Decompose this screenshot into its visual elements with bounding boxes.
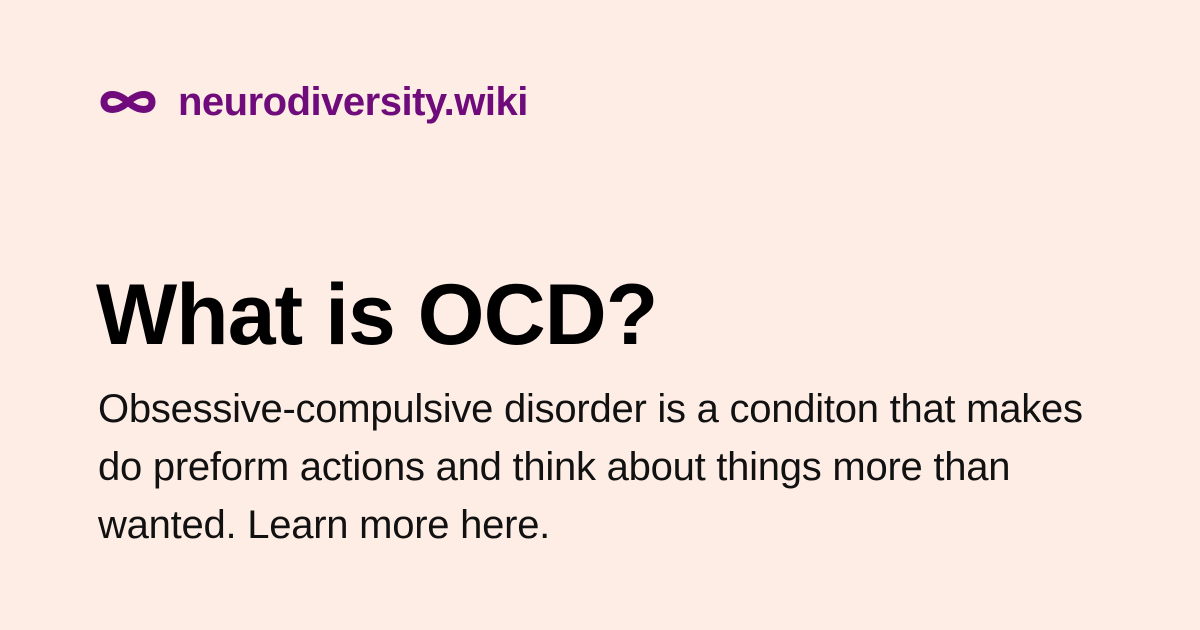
page-description: Obsessive-compulsive disorder is a condi… bbox=[98, 387, 1083, 547]
brand-header[interactable]: neurodiversity.wiki bbox=[96, 80, 528, 124]
infinity-logo-icon bbox=[100, 91, 156, 113]
page-title: What is OCD? bbox=[96, 267, 658, 363]
site-name: neurodiversity.wiki bbox=[178, 80, 528, 124]
social-preview-card: neurodiversity.wiki What is OCD? Obsessi… bbox=[0, 0, 1200, 630]
